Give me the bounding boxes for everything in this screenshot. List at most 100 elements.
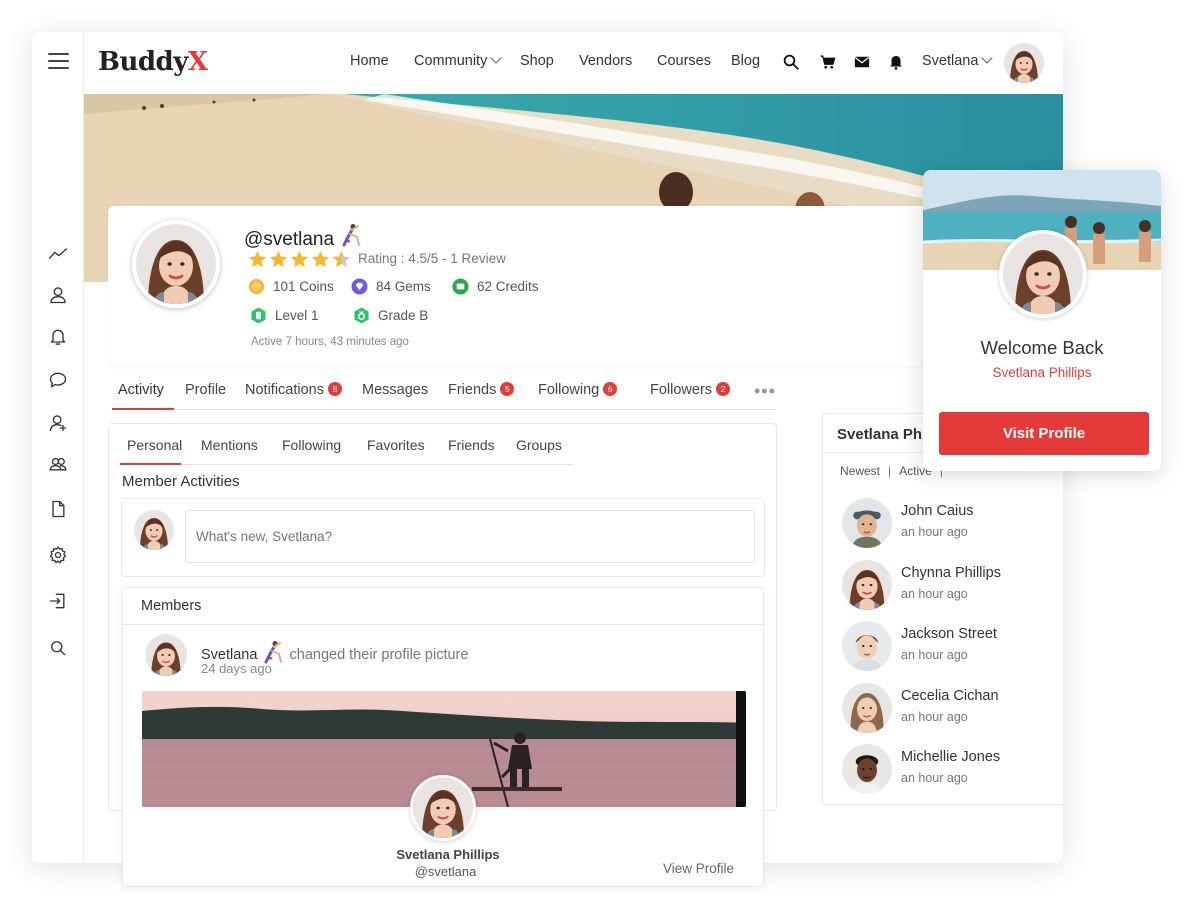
- nav-blog[interactable]: Blog: [731, 53, 760, 69]
- last-active-text: Active 7 hours, 43 minutes ago: [251, 336, 409, 348]
- half-star-icon: [332, 250, 351, 268]
- grade-stat: Grade B: [353, 307, 428, 324]
- members-widget: Svetlana Phillips Newest | Active | John Ca…: [822, 413, 1063, 805]
- member-time: an hour ago: [901, 771, 968, 785]
- more-tabs-icon[interactable]: •••: [754, 381, 776, 402]
- member-card-name: Svetlana Phillips: [396, 847, 500, 862]
- avatar[interactable]: [842, 744, 892, 794]
- section-title: Member Activities: [122, 473, 240, 490]
- gem-icon: [351, 278, 368, 295]
- dancer-emoji-icon: [342, 224, 361, 247]
- level-badge-icon: [251, 307, 266, 324]
- profile-handle: @svetlana: [244, 223, 363, 251]
- tab-friends[interactable]: Friends 5: [448, 382, 515, 398]
- members-heading: Members: [123, 588, 763, 625]
- welcome-title: Welcome Back: [980, 337, 1104, 358]
- visit-profile-button[interactable]: Visit Profile: [939, 412, 1149, 455]
- subtab-personal[interactable]: Personal: [127, 437, 182, 453]
- member-name[interactable]: Jackson Street: [901, 626, 997, 642]
- star-icon: [311, 250, 330, 268]
- nav-home[interactable]: Home: [350, 53, 389, 69]
- activity-subtabs: Personal Mentions Following Favorites Fr…: [120, 424, 574, 465]
- mail-icon[interactable]: [853, 53, 873, 73]
- list-item: Jackson Street an hour ago: [842, 621, 1063, 671]
- user-menu[interactable]: Svetlana: [922, 52, 994, 69]
- avatar[interactable]: [410, 775, 476, 841]
- tab-activity[interactable]: Activity: [118, 382, 164, 398]
- menu-toggle-icon[interactable]: [48, 53, 69, 69]
- member-time: an hour ago: [901, 710, 968, 724]
- nav-vendors[interactable]: Vendors: [579, 53, 632, 69]
- avatar[interactable]: [842, 683, 892, 733]
- avatar[interactable]: [842, 621, 892, 671]
- active-subtab-indicator: [120, 463, 181, 465]
- tab-profile[interactable]: Profile: [185, 382, 226, 398]
- gems-stat: 84 Gems: [351, 278, 431, 295]
- logout-icon[interactable]: [47, 590, 69, 612]
- activity-icon[interactable]: [47, 243, 69, 265]
- profile-icon[interactable]: [47, 284, 69, 306]
- tab-messages[interactable]: Messages: [362, 382, 428, 398]
- avatar[interactable]: [1004, 43, 1044, 83]
- welcome-back-card: Welcome Back Svetlana Phillips Visit Pro…: [923, 170, 1161, 471]
- star-icon: [248, 250, 267, 268]
- star-icon: [269, 250, 288, 268]
- notifications-icon[interactable]: [47, 326, 69, 348]
- nav-community[interactable]: Community: [414, 52, 502, 69]
- member-name[interactable]: Michellie Jones: [901, 749, 1000, 765]
- rating-stars: [248, 250, 353, 269]
- post-composer: [121, 498, 765, 577]
- member-name[interactable]: Chynna Phillips: [901, 565, 1001, 581]
- tab-followers[interactable]: Followers 2: [650, 382, 731, 398]
- avatar: [134, 510, 174, 550]
- level-stat: Level 1: [250, 307, 319, 324]
- brand-logo[interactable]: BuddyX: [98, 47, 208, 77]
- subtab-favorites[interactable]: Favorites: [367, 437, 425, 453]
- coins-stat: 101 Coins: [248, 278, 334, 295]
- feed-time: 24 days ago: [201, 661, 272, 676]
- coin-icon: [248, 278, 265, 295]
- nav-courses[interactable]: Courses: [657, 53, 711, 69]
- filter-newest[interactable]: Newest: [840, 464, 880, 478]
- search-icon[interactable]: [782, 53, 802, 73]
- avatar[interactable]: [145, 634, 187, 676]
- member-time: an hour ago: [901, 648, 968, 662]
- members-activity-panel: Members Svetlana changed their profile p…: [122, 587, 764, 887]
- settings-icon[interactable]: [47, 544, 69, 566]
- chevron-down-icon: [490, 52, 502, 64]
- document-icon[interactable]: [47, 498, 69, 520]
- welcome-user-name[interactable]: Svetlana Phillips: [923, 365, 1161, 380]
- friends-count-badge: 5: [500, 382, 515, 396]
- bell-icon[interactable]: [887, 53, 907, 73]
- groups-icon[interactable]: [47, 453, 69, 475]
- avatar[interactable]: [842, 560, 892, 610]
- avatar[interactable]: [842, 498, 892, 548]
- search-icon[interactable]: [47, 637, 69, 659]
- top-navigation: BuddyX Home Community Shop Vendors Cours…: [84, 32, 1063, 94]
- messages-icon[interactable]: [47, 369, 69, 391]
- profile-avatar[interactable]: [132, 220, 220, 308]
- view-profile-link[interactable]: View Profile: [663, 861, 734, 876]
- tab-following[interactable]: Following 6: [538, 382, 618, 398]
- list-item: Chynna Phillips an hour ago: [842, 560, 1063, 610]
- subtab-friends[interactable]: Friends: [448, 437, 495, 453]
- subtab-mentions[interactable]: Mentions: [201, 437, 258, 453]
- followers-count-badge: 2: [716, 382, 731, 396]
- member-time: an hour ago: [901, 525, 968, 539]
- member-name[interactable]: Cecelia Cichan: [901, 688, 999, 704]
- profile-header-card: @svetlana Rating : 4.5/5 - 1 Review 101 …: [108, 206, 948, 366]
- active-tab-indicator: [112, 408, 174, 410]
- chevron-down-icon: [981, 52, 994, 64]
- nav-shop[interactable]: Shop: [520, 53, 554, 69]
- subtab-groups[interactable]: Groups: [516, 437, 562, 453]
- list-item: Cecelia Cichan an hour ago: [842, 683, 1063, 733]
- left-sidebar: [32, 32, 84, 863]
- avatar[interactable]: [999, 230, 1087, 318]
- rating-text: Rating : 4.5/5 - 1 Review: [358, 251, 506, 266]
- add-friend-icon[interactable]: [47, 412, 69, 434]
- post-input[interactable]: [185, 510, 755, 563]
- member-name[interactable]: John Caius: [901, 503, 974, 519]
- tab-notifications[interactable]: Notifications 8: [245, 382, 342, 398]
- subtab-following[interactable]: Following: [282, 437, 341, 453]
- cart-icon[interactable]: [819, 53, 839, 73]
